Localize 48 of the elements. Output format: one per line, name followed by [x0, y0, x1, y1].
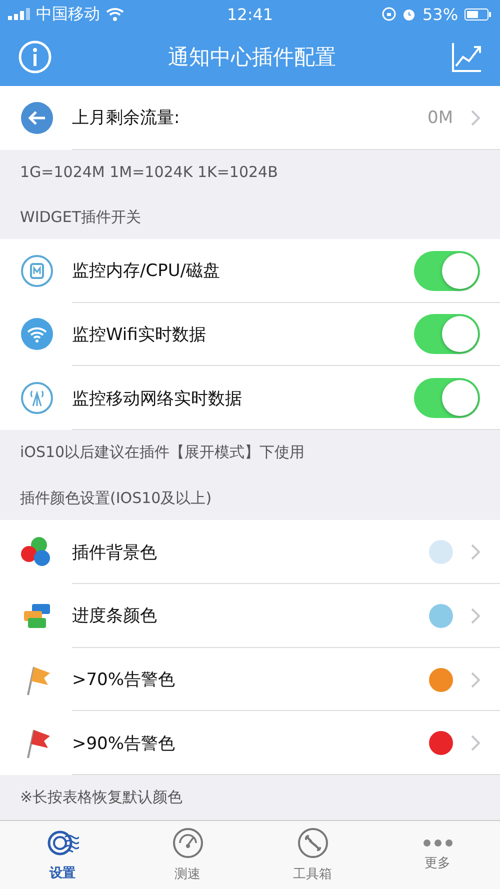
tab-item[interactable]: 更多 [375, 821, 500, 889]
row-value: 0M [428, 108, 453, 128]
toggle-switch[interactable] [414, 378, 480, 418]
chevron-icon [471, 110, 480, 126]
alarm-icon [402, 7, 416, 21]
memory-icon [20, 254, 54, 288]
tab-item[interactable]: 设置 [0, 821, 125, 889]
chevron-icon [471, 544, 480, 560]
gauge-icon [172, 827, 204, 860]
tab-item[interactable]: 工具箱 [250, 821, 375, 889]
tab-item[interactable]: 测速 [125, 821, 250, 889]
more-icon [422, 838, 454, 848]
toggle-switch[interactable] [414, 250, 480, 291]
wrench-icon [296, 827, 328, 860]
wifi-icon [20, 317, 54, 352]
row-label: 插件背景色 [72, 542, 158, 564]
chevron-icon [471, 608, 480, 624]
antenna-icon [20, 381, 54, 416]
row-label: 监控Wifi实时数据 [72, 324, 207, 346]
chart-icon[interactable] [452, 42, 482, 72]
color-row[interactable]: 插件背景色 [0, 520, 500, 584]
info-icon[interactable] [18, 40, 52, 74]
rotation-lock-icon [382, 7, 396, 21]
battery-icon [464, 8, 492, 20]
toggle-switch[interactable] [414, 314, 480, 354]
page-title: 通知中心插件配置 [167, 44, 337, 71]
traffic-row[interactable]: 上月剩余流量: 0M [0, 86, 500, 150]
wifi-icon [106, 7, 124, 21]
unit-note: 1G=1024M 1M=1024K 1K=1024B [19, 162, 279, 183]
row-label: 监控内存/CPU/磁盘 [72, 260, 222, 282]
battery-percent: 53% [422, 4, 458, 24]
color-row[interactable]: 进度条颜色 [0, 584, 500, 648]
section-footer: ※长按表格恢复默认颜色 [0, 775, 500, 820]
row-label: 进度条颜色 [72, 605, 158, 628]
clock-time: 12:41 [226, 4, 274, 24]
chevron-icon [471, 672, 480, 688]
chevron-icon [471, 735, 480, 752]
signal-icon [8, 8, 30, 20]
carrier-name: 中国移动 [36, 4, 100, 24]
section-header: 插件颜色设置(IOS10及以上) [19, 488, 213, 510]
row-label: >70%告警色 [72, 669, 176, 692]
row-label: >90%告警色 [72, 732, 176, 755]
row-label: 监控移动网络实时数据 [72, 388, 243, 410]
color-row[interactable]: >90%告警色 [0, 711, 500, 776]
row-label: 上月剩余流量: [72, 107, 181, 130]
color-row[interactable]: >70%告警色 [0, 648, 500, 712]
section-header: WIDGET插件开关 [19, 206, 142, 228]
section-footer: iOS10以后建议在插件【展开模式】下使用 [0, 430, 500, 476]
